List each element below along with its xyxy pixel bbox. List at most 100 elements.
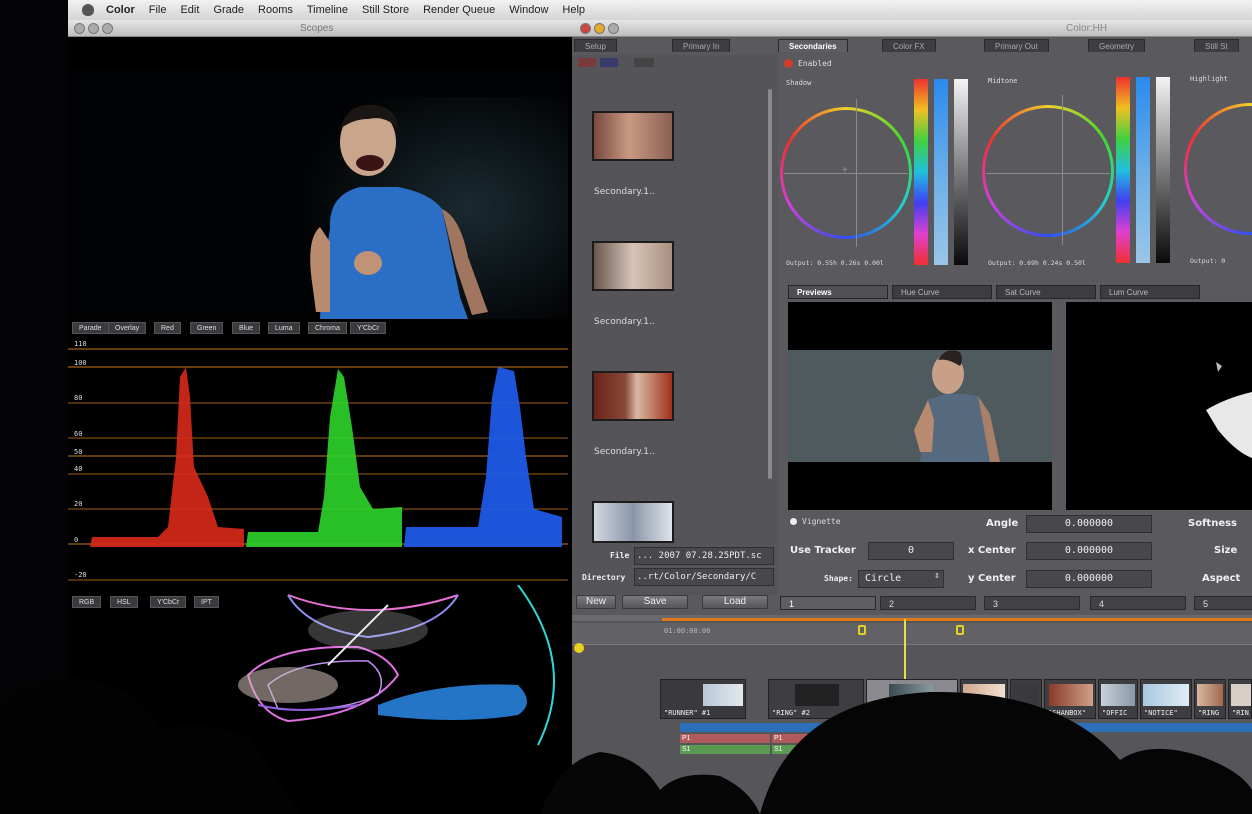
secondary-track-bar[interactable]: S1 <box>772 745 864 754</box>
vignette-checkbox[interactable] <box>790 518 797 525</box>
angle-field[interactable]: 0.000000 <box>1026 515 1152 533</box>
timeline-clip-selected[interactable]: "SHAN GREEN" #3 <box>866 679 958 719</box>
menu-app-name[interactable]: Color <box>106 4 135 16</box>
grade-track[interactable]: Grade 1 <box>680 723 1252 732</box>
timeline-clip[interactable]: "SHA <box>1010 679 1042 719</box>
tab-secondary-4[interactable]: 4 <box>1090 596 1186 610</box>
secondary-thumbnail[interactable] <box>592 241 674 291</box>
file-field[interactable]: ... 2007 07.28.25PDT.sc <box>634 547 774 565</box>
chevron-updown-icon: ⇕ <box>934 573 940 580</box>
out-marker-icon[interactable] <box>956 625 964 635</box>
menu-rooms[interactable]: Rooms <box>258 4 293 16</box>
color-space-scope <box>238 585 555 746</box>
thumbnail-label: Secondary.1.. <box>594 447 655 457</box>
midtone-lum-slider[interactable] <box>1156 77 1170 263</box>
scope-blue-button[interactable]: Blue <box>232 322 261 334</box>
scope-chroma-button[interactable]: Chroma <box>308 322 347 334</box>
browser-list-view-button[interactable] <box>600 58 618 67</box>
minimize-button[interactable] <box>88 23 99 34</box>
shadow-sat-slider[interactable] <box>934 79 948 265</box>
scope-hsl-button[interactable]: HSL <box>110 596 138 608</box>
midtone-color-wheel[interactable] <box>982 105 1114 237</box>
highlight-output-readout: Output: 0 <box>1190 257 1226 265</box>
close-button[interactable] <box>580 23 591 34</box>
tab-sat-curve[interactable]: Sat Curve <box>996 285 1096 299</box>
thumbnail-label: Secondary.1.. <box>594 187 655 197</box>
tab-still-store[interactable]: Still St <box>1194 39 1239 52</box>
scope-green-button[interactable]: Green <box>190 322 224 334</box>
menu-file[interactable]: File <box>149 4 167 16</box>
browser-icon-view-button[interactable] <box>578 58 596 67</box>
in-marker-icon[interactable] <box>858 625 866 635</box>
secondary-track-bar[interactable]: S1 <box>680 745 770 754</box>
secondary-thumbnail[interactable] <box>592 371 674 421</box>
new-button[interactable]: New <box>576 595 616 609</box>
tab-primary-out[interactable]: Primary Out <box>984 39 1049 52</box>
scope-parade-button[interactable]: Parade <box>72 322 109 334</box>
timeline-clip[interactable]: "OFFIC <box>1098 679 1138 719</box>
scope-luma-button[interactable]: Luma <box>268 322 300 334</box>
lock-icon[interactable] <box>574 643 584 653</box>
scopes-window-title: Scopes <box>300 23 334 34</box>
menu-still-store[interactable]: Still Store <box>362 4 409 16</box>
tab-lum-curve[interactable]: Lum Curve <box>1100 285 1200 299</box>
primary-track-bar[interactable]: P1 <box>772 734 864 743</box>
directory-field[interactable]: ..rt/Color/Secondary/C <box>634 568 774 586</box>
tab-secondary-5[interactable]: 5 <box>1194 596 1252 610</box>
close-button[interactable] <box>74 23 85 34</box>
minimize-button[interactable] <box>594 23 605 34</box>
tab-setup[interactable]: Setup <box>574 39 617 52</box>
menu-timeline[interactable]: Timeline <box>307 4 348 16</box>
shadow-hue-slider[interactable] <box>914 79 928 265</box>
time-ruler[interactable]: 01:00:00:00 <box>572 623 1252 645</box>
browser-scrollbar[interactable] <box>768 89 772 479</box>
zoom-button[interactable] <box>608 23 619 34</box>
clip-thumbnail <box>795 684 839 706</box>
enabled-checkbox[interactable] <box>784 59 793 68</box>
menu-window[interactable]: Window <box>509 4 548 16</box>
use-tracker-field[interactable]: 0 <box>868 542 954 560</box>
apple-icon[interactable] <box>82 4 94 16</box>
scope-red-button[interactable]: Red <box>154 322 181 334</box>
menu-edit[interactable]: Edit <box>180 4 199 16</box>
save-button[interactable]: Save <box>622 595 688 609</box>
zoom-button[interactable] <box>102 23 113 34</box>
tab-hue-curve[interactable]: Hue Curve <box>892 285 992 299</box>
y-center-field[interactable]: 0.000000 <box>1026 570 1152 588</box>
highlight-color-wheel[interactable] <box>1184 103 1252 235</box>
secondary-thumbnail[interactable] <box>592 111 674 161</box>
scope-rgb-button[interactable]: RGB <box>72 596 102 608</box>
tab-color-fx[interactable]: Color FX <box>882 39 936 52</box>
menu-help[interactable]: Help <box>562 4 585 16</box>
scope-ycbcr-button[interactable]: Y'CbCr <box>350 322 387 334</box>
menu-render-queue[interactable]: Render Queue <box>423 4 495 16</box>
scope-ipt-button[interactable]: IPT <box>194 596 219 608</box>
menu-grade[interactable]: Grade <box>213 4 244 16</box>
tab-secondary-2[interactable]: 2 <box>880 596 976 610</box>
shape-select[interactable]: Circle <box>858 570 944 588</box>
tab-secondary-1[interactable]: 1 <box>780 596 876 610</box>
tab-secondaries[interactable]: Secondaries <box>778 39 848 52</box>
timeline-clip[interactable]: "RIN <box>1228 679 1252 719</box>
primary-track-bar[interactable]: P1 <box>866 734 958 743</box>
scope-ycbcr-vector-button[interactable]: Y'CbCr <box>150 596 187 608</box>
timeline-clip[interactable]: "RING <box>1194 679 1226 719</box>
shadow-lum-slider[interactable] <box>954 79 968 265</box>
timeline-clip[interactable]: "NOTICE" <box>1140 679 1192 719</box>
browser-grid-button[interactable] <box>634 58 654 67</box>
midtone-sat-slider[interactable] <box>1136 77 1150 263</box>
load-button[interactable]: Load <box>702 595 768 609</box>
tab-primary-in[interactable]: Primary In <box>672 39 731 52</box>
scope-overlay-button[interactable]: Overlay <box>108 322 147 334</box>
x-center-field[interactable]: 0.000000 <box>1026 542 1152 560</box>
timeline-clip[interactable]: "SHANBOX" <box>1044 679 1096 719</box>
timeline-clip[interactable]: "RING" #2 <box>768 679 864 719</box>
tab-secondary-3[interactable]: 3 <box>984 596 1080 610</box>
primary-track-bar[interactable]: P1 <box>680 734 770 743</box>
secondary-thumbnail[interactable] <box>592 501 674 543</box>
timeline-clip[interactable]: "RUNNER" #1 <box>660 679 746 719</box>
tab-previews[interactable]: Previews <box>788 285 888 299</box>
timeline-clip[interactable]: "OFFICE" <box>960 679 1008 719</box>
midtone-hue-slider[interactable] <box>1116 77 1130 263</box>
tab-geometry[interactable]: Geometry <box>1088 39 1146 52</box>
